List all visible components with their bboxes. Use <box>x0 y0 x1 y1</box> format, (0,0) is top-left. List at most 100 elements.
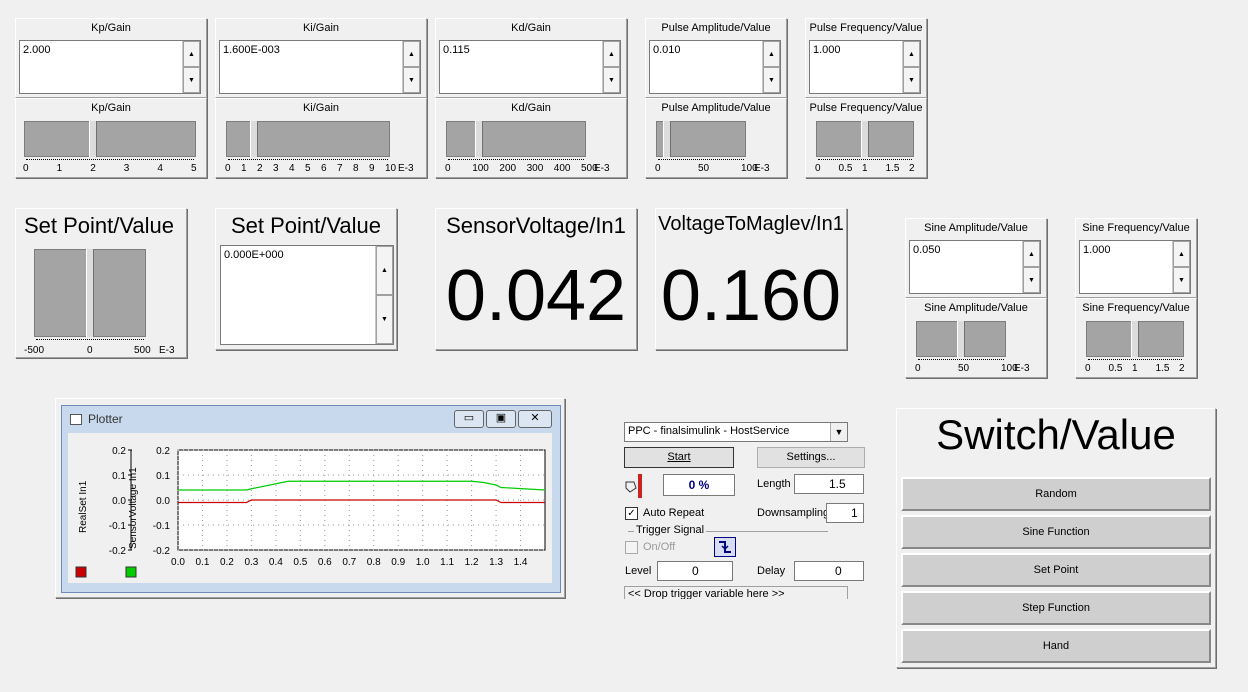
slider-track[interactable] <box>446 121 586 157</box>
tick-label: 8 <box>353 163 359 174</box>
random-button[interactable]: Random <box>901 477 1211 511</box>
spin-down-button[interactable]: ▼ <box>903 67 920 93</box>
gain-slider-panel: Kd/Gain 0 100 200 300 400 500 E-3 <box>435 98 627 178</box>
slider-thumb[interactable] <box>249 121 258 157</box>
tick-label: 2 <box>909 163 915 174</box>
slider-thumb[interactable] <box>957 321 965 357</box>
panel-title: Pulse Amplitude/Value <box>661 102 771 114</box>
slider-thumb[interactable] <box>89 121 98 157</box>
value-field[interactable]: 0.050 ▲ ▼ <box>909 240 1041 294</box>
slider-thumb[interactable] <box>475 121 484 157</box>
spin-down-button[interactable]: ▼ <box>376 295 393 344</box>
tick-label: 2 <box>1179 363 1185 374</box>
spin-down-button[interactable]: ▼ <box>183 67 200 93</box>
target-select[interactable]: PPC - finalsimulink - HostService ▼ <box>624 422 848 442</box>
value-field[interactable]: 0.115 ▲ ▼ <box>439 40 621 94</box>
set-point-button[interactable]: Set Point <box>901 553 1211 587</box>
slider-thumb[interactable] <box>662 121 671 157</box>
value-field[interactable]: 2.000 ▲ ▼ <box>19 40 201 94</box>
x-tick-label: 0.3 <box>244 557 258 568</box>
slider-track[interactable] <box>24 121 196 157</box>
level-input[interactable]: 0 <box>657 561 733 581</box>
gain-edit-panel: Pulse Amplitude/Value 0.010 ▲ ▼ <box>645 18 787 98</box>
panel-title: Pulse Frequency/Value <box>809 22 923 34</box>
tick-label: 2 <box>257 163 263 174</box>
trigger-edge-icon[interactable] <box>714 537 736 557</box>
value-field[interactable]: 1.000 ▲ ▼ <box>809 40 921 94</box>
value-field[interactable]: 1.000 ▲ ▼ <box>1079 240 1191 294</box>
setpoint-edit-field[interactable]: 0.000E+000 ▲ ▼ <box>220 245 394 345</box>
spin-up-button[interactable]: ▲ <box>763 41 780 67</box>
downsampling-input[interactable]: 1 <box>826 503 864 523</box>
spin-up-button[interactable]: ▲ <box>403 41 420 67</box>
onoff-label: On/Off <box>643 541 676 553</box>
tick-label: 0 <box>445 163 451 174</box>
maximize-button[interactable]: ▣ <box>486 410 516 428</box>
gain-edit-panel: Sine Amplitude/Value 0.050 ▲ ▼ <box>905 218 1047 298</box>
switch-panel-title: Switch/Value <box>936 411 1176 458</box>
spin-down-button[interactable]: ▼ <box>603 67 620 93</box>
tick-label: 50 <box>958 363 970 374</box>
panel-title: Sine Amplitude/Value <box>924 302 1028 314</box>
window-icon <box>70 414 82 425</box>
gain-edit-panel: Pulse Frequency/Value 1.000 ▲ ▼ <box>805 18 927 98</box>
gain-edit-panel: Kp/Gain 2.000 ▲ ▼ <box>15 18 207 98</box>
gain-slider-panel: Sine Frequency/Value 0 0.5 1 1.5 2 <box>1075 298 1197 378</box>
sensor-voltage-value: 0.042 <box>445 256 627 336</box>
x-tick-label: 0.4 <box>269 557 283 568</box>
minimize-button[interactable]: ▭ <box>454 410 484 428</box>
spin-up-button[interactable]: ▲ <box>1173 241 1190 267</box>
close-button[interactable]: ✕ <box>518 410 552 428</box>
length-input[interactable]: 1.5 <box>794 474 864 494</box>
y2-tick-label: -0.2 <box>153 546 171 557</box>
x-tick-label: 0.2 <box>220 557 234 568</box>
setpoint-slider-title: Set Point/Value <box>24 213 175 238</box>
unit-label: E-3 <box>1014 363 1030 374</box>
gain-edit-panel: Sine Frequency/Value 1.000 ▲ ▼ <box>1075 218 1197 298</box>
y2-tick-label: 0.0 <box>156 496 170 507</box>
sine-function-button[interactable]: Sine Function <box>901 515 1211 549</box>
value-field[interactable]: 0.010 ▲ ▼ <box>649 40 781 94</box>
sensor-voltage-display: SensorVoltage/In1 0.042 <box>435 208 637 350</box>
tick-label: 0 <box>655 163 661 174</box>
x-tick-label: 0.6 <box>318 557 332 568</box>
chevron-down-icon[interactable]: ▼ <box>830 423 847 441</box>
slider-thumb[interactable] <box>1131 321 1139 357</box>
slider-thumb[interactable] <box>861 121 869 157</box>
tick-label: 1 <box>241 163 247 174</box>
auto-repeat-checkbox[interactable]: ✓ <box>625 507 638 520</box>
plotter-titlebar[interactable]: Plotter ▭ ▣ ✕ <box>62 406 560 432</box>
ylabel-realset: RealSet In1 <box>78 480 89 533</box>
spin-down-button[interactable]: ▼ <box>1173 267 1190 293</box>
panel-title: Pulse Amplitude/Value <box>661 22 771 34</box>
drop-trigger-target[interactable]: << Drop trigger variable here >> <box>624 586 848 599</box>
spin-down-button[interactable]: ▼ <box>1023 267 1040 293</box>
tick-label: 6 <box>321 163 327 174</box>
gain-slider-panel: Pulse Amplitude/Value 0 50 100 E-3 <box>645 98 787 178</box>
ylabel-sensor: SensorVoltage In1 <box>128 467 139 549</box>
spin-up-button[interactable]: ▲ <box>183 41 200 67</box>
tick-label: 100 <box>472 163 489 174</box>
x-tick-label: 0.5 <box>293 557 307 568</box>
setpoint-slider-thumb[interactable] <box>86 249 94 337</box>
hand-button[interactable]: Hand <box>901 629 1211 663</box>
spin-down-button[interactable]: ▼ <box>403 67 420 93</box>
gain-slider-panel: Ki/Gain 0 1 2 3 4 5 6 7 8 9 10 E-3 <box>215 98 427 178</box>
spin-up-button[interactable]: ▲ <box>1023 241 1040 267</box>
onoff-checkbox[interactable] <box>625 541 638 554</box>
setpoint-edit-panel: Set Point/Value 0.000E+000 ▲ ▼ <box>215 208 397 350</box>
settings-button[interactable]: Settings... <box>757 447 865 468</box>
spin-up-button[interactable]: ▲ <box>603 41 620 67</box>
spin-down-button[interactable]: ▼ <box>763 67 780 93</box>
start-button[interactable]: Start <box>624 447 734 468</box>
tick-label: 3 <box>123 163 130 174</box>
spin-up-button[interactable]: ▲ <box>903 41 920 67</box>
x-tick-label: 1.1 <box>440 557 454 568</box>
delay-input[interactable]: 0 <box>794 561 864 581</box>
tick-label: 50 <box>698 163 710 174</box>
setpoint-slider-panel: Set Point/Value -500 0 500 E-3 <box>15 208 187 358</box>
value-field[interactable]: 1.600E-003 ▲ ▼ <box>219 40 421 94</box>
step-function-button[interactable]: Step Function <box>901 591 1211 625</box>
spin-up-button[interactable]: ▲ <box>376 246 393 295</box>
tick-label: 400 <box>553 163 571 174</box>
